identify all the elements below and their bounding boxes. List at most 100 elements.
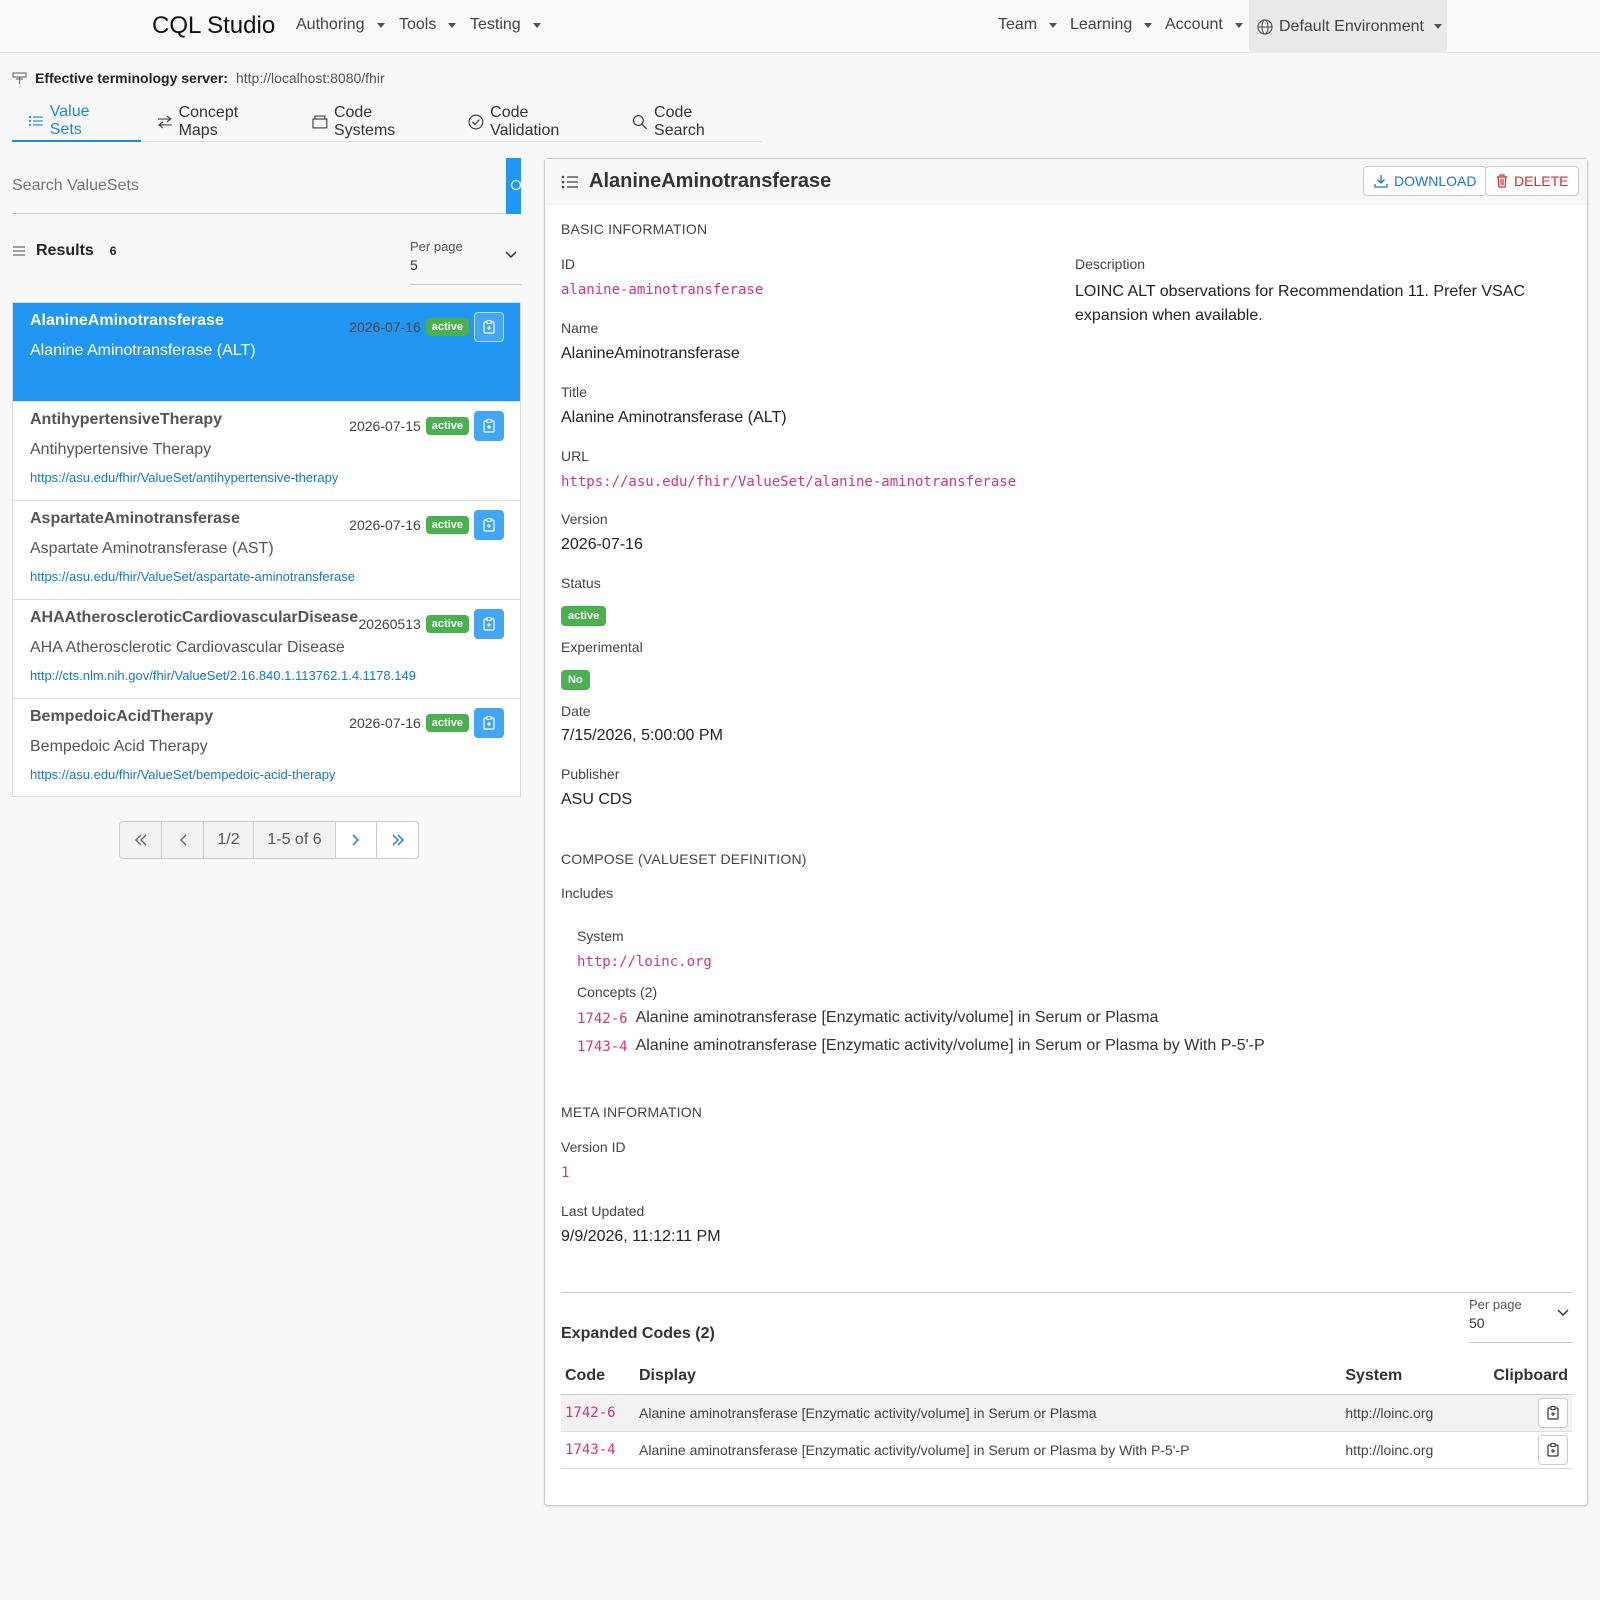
copy-button[interactable] [1538, 1397, 1568, 1428]
valueset-title: Aspartate Aminotransferase (AST) [30, 540, 274, 557]
tab-code-search[interactable]: Code Search [616, 102, 762, 142]
results-count: 6 [109, 244, 117, 258]
concept-item: 1743-4 Alanine aminotransferase [Enzymat… [577, 1037, 1265, 1057]
concept-code: 1742-6 [577, 1011, 628, 1027]
valueset-title: Bempedoic Acid Therapy [30, 738, 208, 755]
copy-button[interactable] [474, 411, 504, 441]
copy-button[interactable] [474, 312, 504, 342]
valueset-date: 2026-07-15 [349, 418, 421, 434]
box-icon [312, 115, 328, 129]
search-icon [510, 179, 521, 191]
valueset-name: AspartateAminotransferase [30, 510, 240, 527]
nav-testing[interactable]: Testing [470, 16, 541, 34]
copy-button[interactable] [474, 708, 504, 738]
tab-value-sets[interactable]: Value Sets [12, 102, 141, 142]
valueset-url[interactable]: https://asu.edu/fhir/ValueSet/bempedoic-… [30, 767, 335, 782]
version-id-value: 1 [561, 1165, 570, 1181]
id-value: alanine-aminotransferase [561, 282, 764, 298]
first-page-button[interactable] [120, 822, 162, 858]
check-circle-icon [468, 114, 484, 130]
valueset-url[interactable]: https://asu.edu/fhir/ValueSet/aspartate-… [30, 569, 355, 584]
copy-button[interactable] [474, 609, 504, 639]
status-badge: active [425, 318, 469, 336]
chevrons-left-icon [134, 834, 146, 846]
top-navbar: CQL Studio Authoring Tools Testing Team … [0, 0, 1600, 53]
list-item[interactable]: AspartateAminotransferase Aspartate Amin… [13, 501, 520, 600]
expanded-codes-table: Code Display System Clipboard 1742-6 Ala… [561, 1358, 1572, 1469]
pagination: 1/2 1-5 of 6 [119, 821, 419, 859]
row-clipboard-cell [1489, 1431, 1572, 1469]
concept-code: 1743-4 [577, 1039, 628, 1055]
search-input[interactable] [12, 158, 506, 214]
row-code: 1743-4 [561, 1431, 635, 1469]
concept-display: Alanine aminotransferase [Enzymatic acti… [635, 1037, 1265, 1054]
prev-page-button[interactable] [162, 822, 204, 858]
clipboard-icon [1547, 1442, 1559, 1457]
valueset-name: AntihypertensiveTherapy [30, 411, 223, 428]
table-header-row: Code Display System Clipboard [561, 1358, 1572, 1395]
status-label: Status [561, 575, 601, 591]
caret-down-icon [448, 22, 457, 28]
menu-lines-icon [13, 246, 25, 256]
list-icon [28, 115, 43, 127]
list-item[interactable]: AntihypertensiveTherapy Antihypertensive… [13, 402, 520, 501]
status-badge: active [561, 606, 607, 626]
status-badge: active [425, 516, 469, 534]
brand-logo[interactable]: CQL Studio [152, 12, 275, 40]
valueset-name: AHAAtheroscleroticCardiovascularDisease [30, 609, 359, 626]
caret-down-icon [1234, 22, 1243, 28]
clipboard-icon [483, 320, 495, 334]
chevron-down-icon [505, 251, 517, 259]
version-value: 2026-07-16 [561, 536, 643, 553]
expanded-per-page-select[interactable]: Per page 50 [1469, 1295, 1573, 1343]
nav-tools[interactable]: Tools [399, 16, 457, 34]
nav-authoring[interactable]: Authoring [296, 16, 385, 34]
concept-item: 1742-6 Alanine aminotransferase [Enzymat… [577, 1009, 1158, 1029]
download-button[interactable]: DOWNLOAD [1363, 166, 1488, 196]
nav-learning[interactable]: Learning [1070, 16, 1153, 34]
copy-button[interactable] [474, 510, 504, 540]
row-code: 1742-6 [561, 1394, 635, 1432]
results-header: Results 6 [12, 242, 116, 260]
delete-button[interactable]: DELETE [1485, 166, 1580, 196]
list-item[interactable]: AlanineAminotransferase Alanine Aminotra… [13, 303, 520, 402]
valueset-search [12, 158, 521, 214]
system-value: http://loinc.org [577, 954, 712, 970]
search-button[interactable] [506, 158, 521, 214]
concepts-label: Concepts (2) [577, 984, 658, 1000]
col-system: System [1341, 1358, 1490, 1395]
valueset-name: AlanineAminotransferase [30, 312, 224, 329]
next-page-button[interactable] [336, 822, 377, 858]
nav-account[interactable]: Account [1165, 16, 1243, 34]
copy-button[interactable] [1538, 1434, 1568, 1465]
tab-code-validation[interactable]: Code Validation [452, 102, 616, 142]
last-page-button[interactable] [377, 822, 418, 858]
tab-concept-maps[interactable]: Concept Maps [141, 102, 296, 142]
list-icon [561, 175, 578, 188]
status-badge: active [425, 615, 469, 633]
divider [561, 1292, 1572, 1293]
valueset-name: BempedoicAcidTherapy [30, 708, 214, 725]
valueset-url[interactable]: http://cts.nlm.nih.gov/fhir/ValueSet/2.1… [30, 668, 416, 683]
valueset-list: AlanineAminotransferase Alanine Aminotra… [12, 302, 521, 797]
experimental-badge: No [561, 670, 590, 690]
title-label: Title [561, 384, 587, 400]
valueset-title: Alanine Aminotransferase (ALT) [30, 342, 256, 359]
tab-code-systems[interactable]: Code Systems [296, 102, 452, 142]
valueset-title: Antihypertensive Therapy [30, 441, 212, 458]
clipboard-icon [483, 617, 495, 631]
table-row: 1742-6 Alanine aminotransferase [Enzymat… [561, 1394, 1572, 1432]
list-item[interactable]: BempedoicAcidTherapy Bempedoic Acid Ther… [13, 699, 520, 796]
environment-selector[interactable]: Default Environment [1249, 0, 1447, 53]
valueset-detail-panel: AlanineAminotransferase DOWNLOAD DELETE … [544, 158, 1588, 1506]
valueset-title: AHA Atherosclerotic Cardiovascular Disea… [30, 639, 345, 656]
list-item[interactable]: AHAAtheroscleroticCardiovascularDisease … [13, 600, 520, 699]
valueset-date: 2026-07-16 [349, 715, 421, 731]
last-updated-label: Last Updated [561, 1203, 645, 1219]
nav-team[interactable]: Team [998, 16, 1058, 34]
valueset-date: 2026-07-16 [349, 517, 421, 533]
per-page-select[interactable]: Per page 5 [410, 237, 521, 285]
chevron-down-icon [1557, 1309, 1569, 1317]
publisher-value: ASU CDS [561, 791, 633, 808]
valueset-url[interactable]: https://asu.edu/fhir/ValueSet/antihypert… [30, 470, 338, 485]
